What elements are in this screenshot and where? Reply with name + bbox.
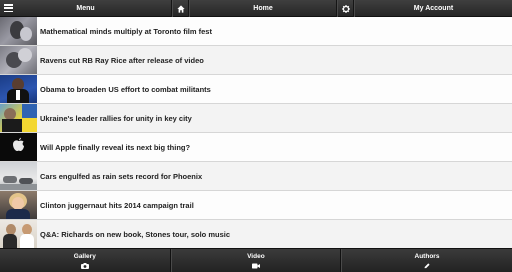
bottom-tabbar: Gallery Video Authors [0, 248, 512, 272]
article-title: Ravens cut RB Ray Rice after release of … [40, 55, 204, 65]
list-item[interactable]: Ukraine's leader rallies for unity in ke… [0, 104, 512, 133]
home-label: Home [253, 5, 273, 12]
apple-logo-icon [13, 137, 24, 151]
article-title: Q&A: Richards on new book, Stones tour, … [40, 229, 231, 239]
my-account-label: My Account [413, 5, 454, 12]
list-item[interactable]: Cars engulfed as rain sets record for Ph… [0, 162, 512, 191]
tab-authors[interactable]: Authors [341, 249, 512, 272]
article-thumbnail [0, 191, 37, 219]
article-title: Clinton juggernaut hits 2014 campaign tr… [40, 200, 194, 210]
menu-button[interactable]: Menu [0, 0, 172, 17]
article-thumbnail [0, 104, 37, 132]
article-thumbnail [0, 220, 37, 248]
menu-label: Menu [76, 5, 95, 12]
article-thumbnail [0, 75, 37, 103]
pencil-icon [424, 263, 430, 269]
tab-authors-label: Authors [414, 253, 440, 260]
list-item[interactable]: Will Apple finally reveal its next big t… [0, 133, 512, 162]
list-item[interactable]: Q&A: Richards on new book, Stones tour, … [0, 220, 512, 249]
list-item[interactable]: Ravens cut RB Ray Rice after release of … [0, 46, 512, 75]
camera-icon [80, 263, 89, 269]
article-title: Ukraine's leader rallies for unity in ke… [40, 113, 192, 123]
article-thumbnail [0, 17, 37, 45]
tab-video[interactable]: Video [170, 249, 342, 272]
menu-icon [4, 4, 13, 13]
article-title: Obama to broaden US effort to combat mil… [40, 84, 211, 94]
top-navbar: Menu Home My Account [0, 0, 512, 17]
list-item[interactable]: Obama to broaden US effort to combat mil… [0, 75, 512, 104]
article-title: Mathematical minds multiply at Toronto f… [40, 26, 212, 36]
gear-icon [341, 4, 350, 13]
tab-gallery-label: Gallery [73, 253, 96, 260]
home-icon-button[interactable] [172, 0, 189, 17]
article-thumbnail [0, 162, 37, 190]
my-account-button[interactable]: My Account [354, 0, 512, 17]
article-title: Will Apple finally reveal its next big t… [40, 142, 191, 152]
tab-gallery[interactable]: Gallery [0, 249, 171, 272]
list-item[interactable]: Clinton juggernaut hits 2014 campaign tr… [0, 191, 512, 220]
home-button[interactable]: Home [189, 0, 337, 17]
article-thumbnail [0, 46, 37, 74]
video-camera-icon [251, 263, 260, 269]
home-icon [176, 4, 185, 13]
article-list: Mathematical minds multiply at Toronto f… [0, 17, 512, 249]
tab-video-label: Video [247, 253, 265, 260]
article-title: Cars engulfed as rain sets record for Ph… [40, 171, 203, 181]
list-item[interactable]: Mathematical minds multiply at Toronto f… [0, 17, 512, 46]
settings-button[interactable] [337, 0, 354, 17]
article-thumbnail [0, 133, 37, 161]
